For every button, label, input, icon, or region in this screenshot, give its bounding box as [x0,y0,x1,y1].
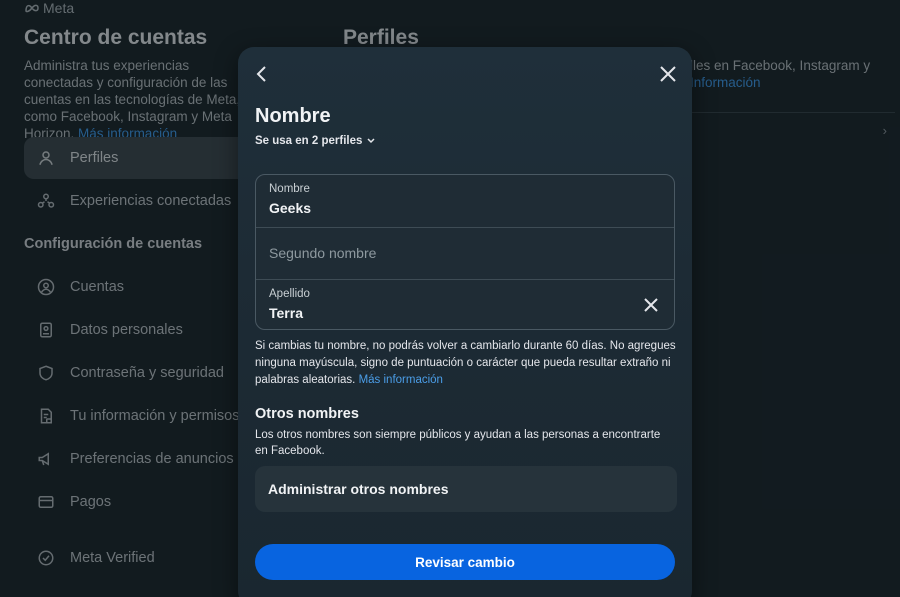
back-button[interactable] [252,63,272,85]
last-name-field[interactable]: Apellido Terra [256,279,674,329]
chevron-left-icon [256,66,266,82]
other-names-heading: Otros nombres [255,406,359,422]
chevron-down-icon [367,138,375,144]
clear-last-name-button[interactable] [642,296,660,314]
first-name-value[interactable]: Geeks [269,200,311,216]
close-icon [660,66,676,82]
first-name-field[interactable]: Nombre Geeks [256,175,674,227]
middle-name-placeholder[interactable]: Segundo nombre [269,245,376,261]
name-change-notice: Si cambias tu nombre, no podrás volver a… [255,340,676,386]
close-icon [644,298,658,312]
name-fields-group: Nombre Geeks Segundo nombre Apellido Ter… [255,174,675,330]
last-name-value[interactable]: Terra [269,305,303,321]
other-names-description: Los otros nombres son siempre públicos y… [255,429,661,457]
notice-more-info-link[interactable]: Más información [359,374,443,386]
dialog-title: Nombre [255,105,331,127]
middle-name-field[interactable]: Segundo nombre [256,227,674,279]
profiles-usage-dropdown[interactable]: Se usa en 2 perfiles [255,135,376,147]
last-name-label: Apellido [269,288,310,300]
close-button[interactable] [657,63,679,85]
name-edit-dialog: Nombre Se usa en 2 perfiles Nombre Geeks… [238,47,692,597]
review-change-button[interactable]: Revisar cambio [255,544,675,580]
first-name-label: Nombre [269,183,310,195]
manage-other-names-button[interactable]: Administrar otros nombres [255,466,677,512]
